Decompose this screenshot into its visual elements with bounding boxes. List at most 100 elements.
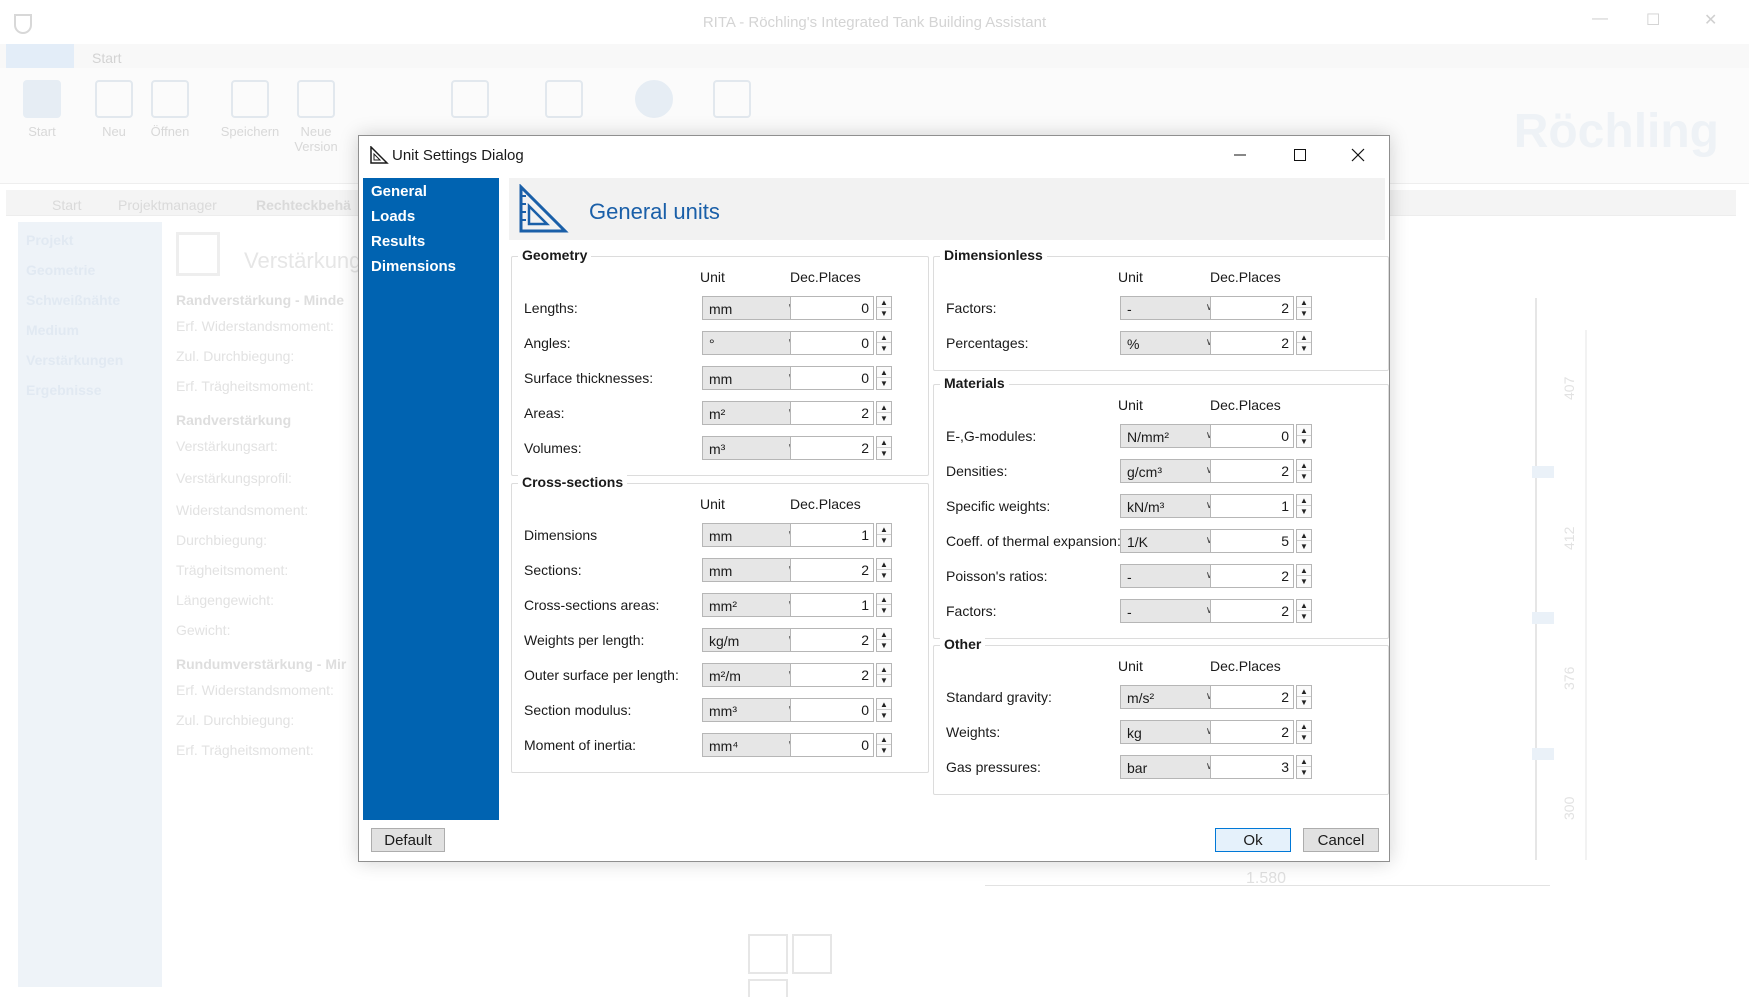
spin-up-icon[interactable]: ▲ (877, 402, 891, 413)
unit-dropdown[interactable]: m²∨ (702, 401, 802, 425)
ribbon-print-button[interactable] (440, 80, 500, 124)
unit-dropdown[interactable]: -∨ (1120, 564, 1220, 588)
spin-down-icon[interactable]: ▼ (877, 640, 891, 651)
unit-dropdown[interactable]: mm∨ (702, 523, 802, 547)
nav-item-welds[interactable]: Schweißnähte (26, 292, 120, 308)
spin-up-icon[interactable]: ▲ (1297, 721, 1311, 732)
unit-dropdown[interactable]: kg∨ (1120, 720, 1220, 744)
nav-item-loads[interactable]: Loads (367, 205, 495, 230)
file-menu-button[interactable] (6, 44, 74, 68)
refresh-icon[interactable] (748, 979, 788, 997)
dec-places-input[interactable]: 2 (790, 628, 874, 652)
unit-dropdown[interactable]: mm²∨ (702, 593, 802, 617)
dec-places-input[interactable]: 0 (790, 331, 874, 355)
doc-tab-start[interactable]: Start (52, 197, 82, 213)
ribbon-info-button[interactable] (624, 80, 684, 124)
spin-up-icon[interactable]: ▲ (1297, 297, 1311, 308)
spin-down-icon[interactable]: ▼ (877, 570, 891, 581)
dec-places-input[interactable]: 5 (1210, 529, 1294, 553)
dec-places-spinner[interactable]: ▲ ▼ (1296, 685, 1312, 709)
spin-up-icon[interactable]: ▲ (1297, 332, 1311, 343)
dec-places-spinner[interactable]: ▲ ▼ (876, 733, 892, 757)
spin-down-icon[interactable]: ▼ (877, 308, 891, 319)
app-close-icon[interactable]: ✕ (1704, 10, 1717, 30)
dec-places-input[interactable]: 0 (790, 733, 874, 757)
dec-places-spinner[interactable]: ▲ ▼ (1296, 494, 1312, 518)
dec-places-spinner[interactable]: ▲ ▼ (1296, 720, 1312, 744)
export-icon[interactable] (792, 934, 832, 974)
app-maximize-icon[interactable]: ☐ (1646, 10, 1660, 30)
dec-places-input[interactable]: 2 (1210, 331, 1294, 355)
ribbon-open-button[interactable]: Öffnen (140, 80, 200, 139)
cancel-button[interactable]: Cancel (1303, 828, 1379, 852)
spin-down-icon[interactable]: ▼ (1297, 576, 1311, 587)
dec-places-input[interactable]: 0 (790, 698, 874, 722)
spin-up-icon[interactable]: ▲ (877, 332, 891, 343)
unit-dropdown[interactable]: mm⁴∨ (702, 733, 802, 757)
unit-dropdown[interactable]: kN/m³∨ (1120, 494, 1220, 518)
ribbon-exit-button[interactable] (702, 80, 762, 124)
unit-dropdown[interactable]: g/cm³∨ (1120, 459, 1220, 483)
dec-places-spinner[interactable]: ▲ ▼ (876, 401, 892, 425)
spin-down-icon[interactable]: ▼ (877, 343, 891, 354)
dec-places-input[interactable]: 2 (1210, 685, 1294, 709)
dec-places-input[interactable]: 0 (790, 366, 874, 390)
ribbon-new-version-button[interactable]: Neue Version (286, 80, 346, 154)
spin-up-icon[interactable]: ▲ (877, 524, 891, 535)
dec-places-spinner[interactable]: ▲ ▼ (1296, 331, 1312, 355)
spin-up-icon[interactable]: ▲ (877, 297, 891, 308)
spin-up-icon[interactable]: ▲ (877, 734, 891, 745)
spin-up-icon[interactable]: ▲ (877, 594, 891, 605)
spin-up-icon[interactable]: ▲ (1297, 686, 1311, 697)
dec-places-spinner[interactable]: ▲ ▼ (876, 558, 892, 582)
dec-places-input[interactable]: 3 (1210, 755, 1294, 779)
nav-item-geometry[interactable]: Geometrie (26, 262, 95, 278)
spin-down-icon[interactable]: ▼ (877, 413, 891, 424)
spin-down-icon[interactable]: ▼ (1297, 767, 1311, 778)
spin-down-icon[interactable]: ▼ (1297, 697, 1311, 708)
doc-tab-project-manager[interactable]: Projektmanager (118, 197, 217, 213)
spin-up-icon[interactable]: ▲ (1297, 600, 1311, 611)
dec-places-spinner[interactable]: ▲ ▼ (876, 593, 892, 617)
dialog-maximize-button[interactable] (1271, 140, 1329, 170)
ribbon-tab-start[interactable]: Start (92, 50, 122, 66)
spin-down-icon[interactable]: ▼ (1297, 611, 1311, 622)
dec-places-input[interactable]: 1 (1210, 494, 1294, 518)
dec-places-spinner[interactable]: ▲ ▼ (876, 628, 892, 652)
spin-down-icon[interactable]: ▼ (877, 535, 891, 546)
dec-places-spinner[interactable]: ▲ ▼ (876, 296, 892, 320)
ribbon-save-button[interactable]: Speichern (220, 80, 280, 139)
spin-up-icon[interactable]: ▲ (1297, 495, 1311, 506)
dec-places-spinner[interactable]: ▲ ▼ (876, 523, 892, 547)
spin-down-icon[interactable]: ▼ (877, 378, 891, 389)
unit-dropdown[interactable]: mm³∨ (702, 698, 802, 722)
spin-down-icon[interactable]: ▼ (1297, 436, 1311, 447)
dec-places-input[interactable]: 2 (1210, 564, 1294, 588)
dec-places-input[interactable]: 2 (790, 436, 874, 460)
default-button[interactable]: Default (371, 828, 445, 852)
dec-places-spinner[interactable]: ▲ ▼ (1296, 599, 1312, 623)
dec-places-input[interactable]: 1 (790, 523, 874, 547)
spin-up-icon[interactable]: ▲ (877, 629, 891, 640)
spin-down-icon[interactable]: ▼ (877, 710, 891, 721)
dec-places-spinner[interactable]: ▲ ▼ (1296, 424, 1312, 448)
dec-places-spinner[interactable]: ▲ ▼ (876, 436, 892, 460)
unit-dropdown[interactable]: -∨ (1120, 296, 1220, 320)
dec-places-input[interactable]: 2 (790, 558, 874, 582)
dec-places-spinner[interactable]: ▲ ▼ (1296, 755, 1312, 779)
spin-up-icon[interactable]: ▲ (877, 367, 891, 378)
spin-up-icon[interactable]: ▲ (1297, 565, 1311, 576)
unit-dropdown[interactable]: °∨ (702, 331, 802, 355)
nav-item-reinforcements[interactable]: Verstärkungen (26, 352, 123, 368)
unit-dropdown[interactable]: mm∨ (702, 366, 802, 390)
dec-places-spinner[interactable]: ▲ ▼ (1296, 529, 1312, 553)
unit-dropdown[interactable]: bar∨ (1120, 755, 1220, 779)
ribbon-new-button[interactable]: Neu (84, 80, 144, 139)
dec-places-input[interactable]: 2 (790, 663, 874, 687)
spin-down-icon[interactable]: ▼ (1297, 308, 1311, 319)
unit-dropdown[interactable]: m²/m∨ (702, 663, 802, 687)
dec-places-input[interactable]: 2 (1210, 720, 1294, 744)
unit-dropdown[interactable]: mm∨ (702, 558, 802, 582)
doc-tab-rectangular-tank[interactable]: Rechteckbehä (256, 197, 351, 213)
unit-dropdown[interactable]: mm∨ (702, 296, 802, 320)
